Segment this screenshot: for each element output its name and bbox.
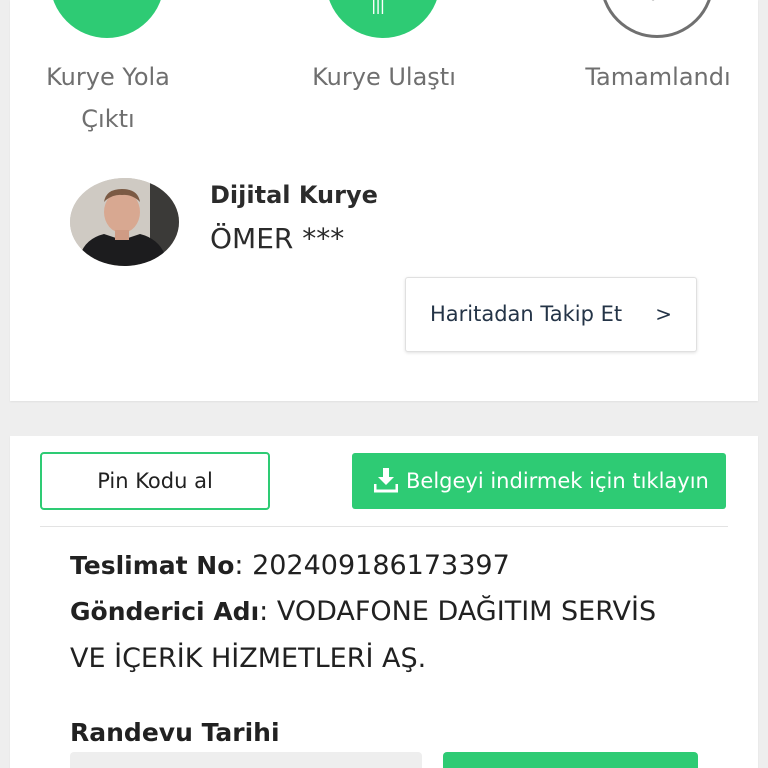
download-document-button[interactable]: Belgeyi indirmek için tıklayın	[352, 453, 726, 509]
track-on-map-label: Haritadan Takip Et	[430, 302, 623, 326]
step-courier-departed-circle	[50, 0, 164, 38]
sender-name-continued: VE İÇERİK HİZMETLERİ AŞ.	[70, 643, 427, 674]
step-completed-circle	[600, 0, 714, 38]
delivery-number-value: 202409186173397	[252, 550, 510, 581]
sender-name-row: Gönderici Adı: VODAFONE DAĞITIM SERVİS	[70, 596, 657, 627]
appointment-date-label: Randevu Tarihi	[70, 718, 280, 747]
courier-photo	[70, 178, 179, 266]
tracking-status-card: Kurye Yola Çıktı ||| Kurye Ulaştı Tamaml…	[10, 0, 758, 401]
signature-icon	[651, 0, 655, 1]
courier-avatar	[70, 178, 179, 266]
appointment-date-field[interactable]	[70, 752, 422, 768]
step-courier-departed-label: Kurye Yola Çıktı	[46, 63, 170, 133]
sender-name-label: Gönderici Adı	[70, 597, 260, 626]
sender-name-value: VODAFONE DAĞITIM SERVİS	[276, 596, 657, 627]
delivery-number-row: Teslimat No: 202409186173397	[70, 550, 510, 581]
step-completed-label: Tamamlandı	[585, 63, 731, 91]
chevron-right-icon: >	[655, 302, 672, 326]
download-icon	[374, 468, 398, 493]
courier-title: Dijital Kurye	[210, 181, 378, 209]
delivery-details-card: Pin Kodu al Belgeyi indirmek için tıklay…	[10, 436, 758, 768]
delivery-number-label: Teslimat No	[70, 551, 235, 580]
step-courier-arrived-circle: |||	[326, 0, 440, 38]
divider	[40, 526, 728, 527]
bars-icon: |||	[371, 0, 385, 14]
appointment-submit-button[interactable]	[443, 752, 698, 768]
track-on-map-button[interactable]: Haritadan Takip Et >	[405, 277, 697, 352]
get-pin-code-button[interactable]: Pin Kodu al	[40, 452, 270, 510]
download-document-label: Belgeyi indirmek için tıklayın	[406, 469, 709, 493]
step-courier-arrived-label: Kurye Ulaştı	[312, 63, 456, 91]
courier-name: ÖMER ***	[210, 222, 345, 255]
